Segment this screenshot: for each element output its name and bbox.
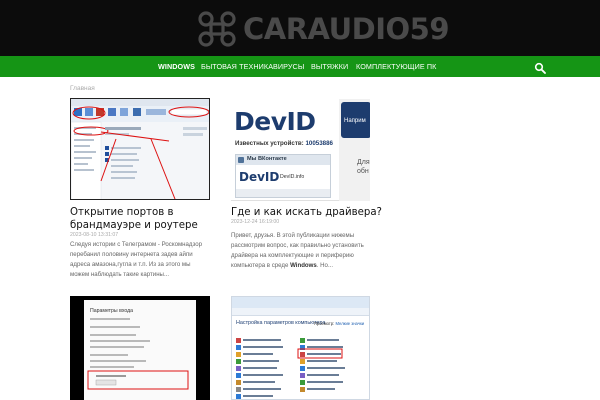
signin-content xyxy=(87,318,189,390)
devid-side-button-label: Наприм xyxy=(344,118,366,124)
vk-devid-brand: DevID xyxy=(239,170,280,184)
post-title-2[interactable]: Где и как искать драйвера? xyxy=(231,206,382,219)
post-excerpt-2-line-1: Привет, друзья. В этой публикации нижемы xyxy=(231,232,355,239)
control-panel-screenshot-image: Настройка параметров компьютера Просмотр… xyxy=(232,297,369,399)
post-title-1-line-2: брандмауэре и роутере xyxy=(70,220,198,231)
vk-header: Мы ВКонтакте xyxy=(236,155,330,165)
vk-label: Мы ВКонтакте xyxy=(247,156,287,162)
post-excerpt-1: Следуя истории с Телеграмом - Роскомнадз… xyxy=(70,240,212,280)
devid-devices-label: Известных устройств: xyxy=(235,140,304,147)
post-title-1-line-1: Открытие портов в xyxy=(70,207,174,218)
nav-item-pc-parts[interactable]: КОМПЛЕКТУЮЩИЕ ПК xyxy=(356,56,436,77)
site-logo-text: CARAUDIO59 xyxy=(243,12,450,46)
post-excerpt-2-line-4-text: компьютера в среде xyxy=(231,262,291,269)
devid-devices-count: 10053886 xyxy=(305,140,333,147)
nav-item-hoods[interactable]: ВЫТЯЖКИ xyxy=(311,56,348,77)
nav-item-windows[interactable]: WINDOWS xyxy=(158,56,195,77)
post-excerpt-2-line-4-end: . Но... xyxy=(316,262,334,269)
vk-strip xyxy=(236,189,330,197)
page: CARAUDIO59 WINDOWS БЫТОВАЯ ТЕХНИКА ВИРУС… xyxy=(0,0,600,400)
post-excerpt-2: Привет, друзья. В этой публикации нижемы… xyxy=(231,231,373,271)
post-excerpt-1-line-2: перебанил половину интернета задев айпи xyxy=(70,251,193,258)
post-thumbnail-1[interactable] xyxy=(70,98,210,200)
devid-devices-row: Известных устройств: 10053886 xyxy=(235,140,333,147)
cp-items xyxy=(236,338,345,399)
search-button[interactable] xyxy=(534,60,547,74)
devid-side-text-2: обн xyxy=(357,168,369,175)
nav-item-viruses[interactable]: ВИРУСЫ xyxy=(273,56,304,77)
devid-screenshot-image: DevID Известных устройств: 10053886 Мы В… xyxy=(231,99,370,201)
post-excerpt-2-line-3: драйвера на комплектующие и периферию xyxy=(231,252,354,259)
signin-screenshot-image: Параметры входа xyxy=(84,300,196,400)
devid-side-button: Наприм xyxy=(341,102,370,138)
post-excerpt-1-line-4: можем наблюдать такие картины... xyxy=(70,271,170,278)
post-excerpt-2-windows: Windows xyxy=(290,262,317,269)
post-excerpt-1-line-3: адреса амазона,гугла и т.п. Из за этого … xyxy=(70,261,191,268)
main-nav: WINDOWS БЫТОВАЯ ТЕХНИКА ВИРУСЫ ВЫТЯЖКИ К… xyxy=(0,56,600,77)
breadcrumb-home[interactable]: Главная xyxy=(70,85,95,92)
devid-brand: DevID xyxy=(234,107,316,136)
site-header: CARAUDIO59 xyxy=(0,0,600,56)
post-thumbnail-4[interactable]: Настройка параметров компьютера Просмотр… xyxy=(231,296,370,400)
devid-vk-box: Мы ВКонтакте DevID DevID.info xyxy=(235,154,331,198)
post-date-2: 2023-12-24 16:19:00 xyxy=(231,219,280,225)
post-date-1: 2023-08-10 13:31:07 xyxy=(70,232,119,238)
devid-side-text-1: Для xyxy=(357,159,370,166)
cmd-key-icon xyxy=(198,11,236,47)
post-thumbnail-3[interactable]: Параметры входа xyxy=(70,296,210,400)
devid-side-panel: Наприм Для обн xyxy=(339,99,370,201)
nav-item-appliances[interactable]: БЫТОВАЯ ТЕХНИКА xyxy=(201,56,273,77)
post-thumbnail-2[interactable]: DevID Известных устройств: 10053886 Мы В… xyxy=(231,99,370,201)
post-excerpt-2-line-4: компьютера в среде Windows. Но... xyxy=(231,261,373,271)
site-logo[interactable]: CARAUDIO59 xyxy=(197,9,450,49)
post-excerpt-2-line-2: рассмотрим вопрос, как правильно установ… xyxy=(231,242,364,249)
vk-logo-icon xyxy=(238,157,244,163)
firewall-screenshot-image xyxy=(71,99,209,199)
search-icon xyxy=(534,62,546,74)
post-excerpt-1-line-1: Следуя истории с Телеграмом - Роскомнадз… xyxy=(70,241,202,248)
vk-site-label: DevID.info xyxy=(280,174,305,180)
post-title-1[interactable]: Открытие портов в брандмауэре и роутере xyxy=(70,206,198,232)
